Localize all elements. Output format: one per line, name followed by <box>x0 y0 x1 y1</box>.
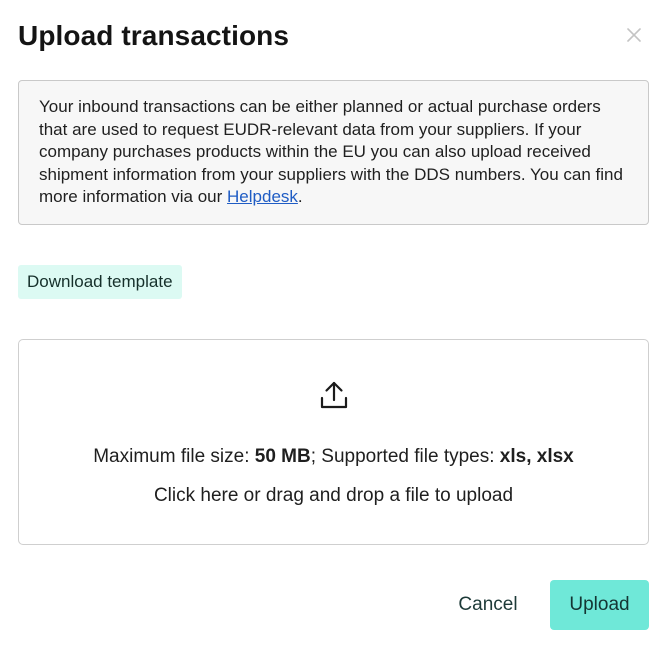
upload-transactions-dialog: Upload transactions Your inbound transac… <box>0 0 670 652</box>
helpdesk-link[interactable]: Helpdesk <box>227 187 298 206</box>
file-types-value: xls, xlsx <box>499 446 574 467</box>
upload-icon <box>320 381 348 409</box>
dropzone-hint: Click here or drag and drop a file to up… <box>153 485 514 506</box>
download-template-button[interactable]: Download template <box>18 265 182 299</box>
max-size-label: Maximum file size: <box>93 446 255 467</box>
info-text: Your inbound transactions can be either … <box>39 97 623 207</box>
upload-button[interactable]: Upload <box>550 580 649 630</box>
cancel-button[interactable]: Cancel <box>446 580 530 630</box>
file-limits: Maximum file size: 50 MB; Supported file… <box>19 446 648 468</box>
info-text-end: . <box>297 187 303 207</box>
close-icon <box>627 28 641 42</box>
close-button[interactable] <box>624 25 644 45</box>
max-size-value: 50 MB <box>254 446 311 467</box>
file-dropzone[interactable]: Maximum file size: 50 MB; Supported file… <box>18 339 649 545</box>
dialog-title: Upload transactions <box>18 20 290 51</box>
file-types-label: ; Supported file types: <box>310 446 500 467</box>
info-box: Your inbound transactions can be either … <box>18 80 649 225</box>
